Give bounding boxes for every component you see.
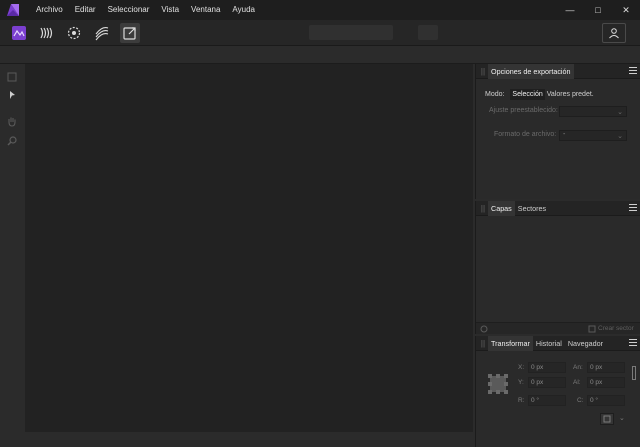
width-label: An:: [573, 364, 583, 371]
transform-panel: || Transformar Historial Navegador X: 0 …: [475, 335, 640, 447]
rotation-label: R:: [518, 397, 525, 404]
format-label: Formato de archivo:: [494, 131, 557, 138]
layers-panel: || Capas Sectores Crear sector: [475, 200, 640, 334]
format-dropdown[interactable]: - ⌄: [559, 130, 627, 141]
format-value: -: [563, 131, 566, 138]
aspect-lock-icon[interactable]: [632, 366, 636, 380]
height-label: Al:: [573, 379, 581, 386]
width-input[interactable]: 0 px: [587, 362, 625, 373]
panel-grip-icon[interactable]: ||: [478, 204, 488, 213]
export-options-panel: || Opciones de exportación Modo: Selecci…: [475, 63, 640, 199]
menu-vista[interactable]: Vista: [155, 0, 185, 20]
shear-label: C:: [577, 397, 584, 404]
layers-footer: Crear sector: [476, 322, 640, 334]
menu-editar[interactable]: Editar: [69, 0, 102, 20]
develop-persona-icon: [67, 26, 81, 40]
menu-archivo[interactable]: Archivo: [30, 0, 69, 20]
affinity-photo-logo-icon[interactable]: [5, 2, 21, 18]
mode-presets-button[interactable]: Valores predet.: [545, 89, 596, 100]
slice-tool[interactable]: [4, 70, 20, 84]
export-options-header: || Opciones de exportación: [476, 63, 640, 79]
panel-menu-icon[interactable]: [629, 67, 637, 75]
menu-seleccionar[interactable]: Seleccionar: [102, 0, 156, 20]
context-toolbar: [0, 46, 640, 64]
shear-input[interactable]: 0 °: [587, 395, 625, 406]
close-button[interactable]: ✕: [612, 0, 640, 20]
user-account-button[interactable]: [602, 23, 626, 43]
x-label: X:: [518, 364, 525, 371]
maximize-button[interactable]: □: [584, 0, 612, 20]
toolbar-disabled-button: [418, 25, 438, 40]
slice-selection-tool[interactable]: [4, 88, 20, 102]
hand-icon: [8, 117, 16, 127]
menu-ventana[interactable]: Ventana: [185, 0, 226, 20]
status-bar: [25, 432, 473, 447]
panel-menu-icon[interactable]: [629, 204, 637, 212]
preset-dropdown[interactable]: ⌄: [559, 106, 627, 117]
chevron-down-icon: ⌄: [617, 133, 623, 140]
export-persona-button[interactable]: [120, 23, 140, 43]
box-icon: [603, 415, 611, 423]
hand-tool[interactable]: [4, 114, 20, 128]
tab-slices[interactable]: Sectores: [515, 201, 549, 216]
x-input[interactable]: 0 px: [528, 362, 566, 373]
height-input[interactable]: 0 px: [587, 377, 625, 388]
create-slice-icon: [588, 325, 596, 333]
tab-layers[interactable]: Capas: [488, 200, 515, 216]
minimize-button[interactable]: —: [556, 0, 584, 20]
rotation-input[interactable]: 0 °: [528, 395, 566, 406]
photo-persona-icon: [12, 26, 26, 40]
layer-options-icon[interactable]: [480, 325, 488, 333]
window-controls: — □ ✕: [556, 0, 640, 20]
slice-tool-icon: [7, 72, 17, 82]
toolbar-disabled-group: [309, 25, 393, 40]
menu-bar: Archivo Editar Seleccionar Vista Ventana…: [0, 0, 640, 20]
photo-persona-button[interactable]: [9, 23, 29, 43]
preset-label: Ajuste preestablecido:: [489, 107, 558, 114]
develop-persona-button[interactable]: [64, 23, 84, 43]
transform-origin-button[interactable]: [600, 413, 614, 425]
transform-header: || Transformar Historial Navegador: [476, 335, 640, 351]
user-icon: [609, 28, 619, 39]
panel-grip-icon[interactable]: ||: [478, 339, 488, 348]
anchor-point-icon[interactable]: [487, 373, 509, 395]
liquify-persona-icon: [40, 27, 53, 39]
tone-mapping-persona-button[interactable]: [92, 23, 112, 43]
panel-menu-icon[interactable]: [629, 339, 637, 347]
zoom-tool[interactable]: [4, 134, 20, 148]
panel-grip-icon[interactable]: ||: [478, 67, 488, 76]
tab-history[interactable]: Historial: [533, 336, 565, 351]
canvas-area[interactable]: [25, 64, 473, 432]
main-menu: Archivo Editar Seleccionar Vista Ventana…: [30, 0, 261, 20]
y-input[interactable]: 0 px: [528, 377, 566, 388]
mode-selection-button[interactable]: Selección: [510, 89, 545, 100]
liquify-persona-button[interactable]: [36, 23, 56, 43]
toolbar: [0, 20, 640, 46]
tab-transform[interactable]: Transformar: [488, 335, 533, 351]
mode-row: Modo: Selección Valores predet.: [485, 89, 596, 100]
chevron-down-icon[interactable]: ⌄: [619, 414, 625, 422]
tone-mapping-persona-icon: [95, 27, 109, 41]
chevron-down-icon: ⌄: [617, 109, 623, 116]
menu-ayuda[interactable]: Ayuda: [226, 0, 261, 20]
layers-header: || Capas Sectores: [476, 200, 640, 216]
tab-navigator[interactable]: Navegador: [565, 336, 606, 351]
zoom-icon: [7, 136, 17, 146]
mode-label: Modo:: [485, 91, 505, 98]
tab-export-options[interactable]: Opciones de exportación: [488, 63, 574, 79]
pointer-icon: [10, 91, 15, 99]
y-label: Y:: [518, 379, 524, 386]
create-slice-button[interactable]: Crear sector: [598, 325, 634, 332]
tools-panel: [0, 64, 24, 447]
export-persona-icon: [123, 27, 136, 40]
